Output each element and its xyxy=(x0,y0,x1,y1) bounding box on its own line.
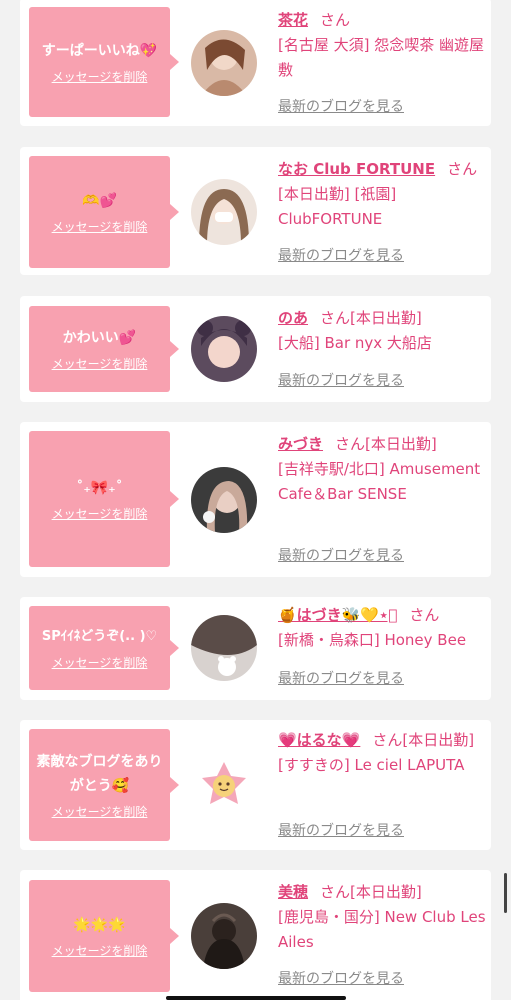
avatar[interactable] xyxy=(191,467,257,533)
delete-message-link[interactable]: メッセージを削除 xyxy=(52,506,148,522)
message-bubble: SPｲｲﾈどうぞ(.. )♡ メッセージを削除 xyxy=(29,606,179,690)
message-bubble: かわいい💕 メッセージを削除 xyxy=(29,306,179,392)
latest-blog-link[interactable]: 最新のブログを見る xyxy=(278,372,404,390)
profile-info: 💗はるな💗 さん[本日出勤] [すすきの] Le ciel LAPUTA xyxy=(278,728,486,778)
shop-info: [名古屋 大須] 怨念喫茶 幽遊屋敷 xyxy=(278,36,485,79)
shop-info: [大船] Bar nyx 大船店 xyxy=(278,334,432,352)
cast-name-link[interactable]: なお Club FORTUNE xyxy=(278,160,435,178)
cast-name-link[interactable]: 美穂 xyxy=(278,883,308,901)
message-text: 🫶💕 xyxy=(82,193,117,209)
message-text: かわいい💕 xyxy=(62,330,137,346)
honorific: さん[本日出勤] xyxy=(335,435,437,453)
message-card: すーぱーいいね💖 メッセージを削除 茶花 さん [名古屋 大須] 怨念喫茶 幽遊屋… xyxy=(20,0,491,126)
latest-blog-link[interactable]: 最新のブログを見る xyxy=(278,98,404,116)
avatar[interactable] xyxy=(191,30,257,96)
cast-name-link[interactable]: みづき xyxy=(278,435,323,453)
honorific: さん xyxy=(447,160,478,178)
latest-blog-link[interactable]: 最新のブログを見る xyxy=(278,822,404,840)
delete-message-link[interactable]: メッセージを削除 xyxy=(52,219,148,235)
profile-info: 茶花 さん [名古屋 大須] 怨念喫茶 幽遊屋敷 xyxy=(278,8,486,83)
honorific: さん[本日出勤] xyxy=(320,309,422,327)
honorific: さん xyxy=(320,11,351,29)
message-text: 🌟🌟🌟 xyxy=(73,917,126,933)
avatar[interactable] xyxy=(191,316,257,382)
latest-blog-link[interactable]: 最新のブログを見る xyxy=(278,547,404,565)
message-bubble: すーぱーいいね💖 メッセージを削除 xyxy=(29,7,179,117)
avatar[interactable] xyxy=(191,179,257,245)
profile-info: みづき さん[本日出勤] [吉祥寺駅/北口] Amusement Cafe＆Bar… xyxy=(278,432,486,507)
delete-message-link[interactable]: メッセージを削除 xyxy=(52,356,148,372)
message-card: SPｲｲﾈどうぞ(.. )♡ メッセージを削除 🍯はづき🐝💛⋆͛ さん [新橋・烏… xyxy=(20,597,491,700)
latest-blog-link[interactable]: 最新のブログを見る xyxy=(278,247,404,265)
shop-info: [すすきの] Le ciel LAPUTA xyxy=(278,756,465,774)
cast-name-link[interactable]: 💗はるな💗 xyxy=(278,731,360,749)
message-bubble: 素敵なブログをありがとう🥰 メッセージを削除 xyxy=(29,729,179,841)
message-card: 🫶💕 メッセージを削除 なお Club FORTUNE さん [本日出勤] [祇園… xyxy=(20,147,491,275)
avatar[interactable] xyxy=(191,754,257,820)
message-text: すーぱーいいね💖 xyxy=(41,43,158,59)
message-bubble: 🌟🌟🌟 メッセージを削除 xyxy=(29,880,179,992)
scrollbar[interactable] xyxy=(504,873,507,913)
delete-message-link[interactable]: メッセージを削除 xyxy=(52,943,148,959)
message-card: かわいい💕 メッセージを削除 のあ さん[本日出勤] [大船] Bar nyx 大… xyxy=(20,296,491,402)
message-card: ˚₊🎀₊˚ メッセージを削除 みづき さん[本日出勤] [吉祥寺駅/北口] Amu… xyxy=(20,422,491,577)
message-bubble: 🫶💕 メッセージを削除 xyxy=(29,156,179,268)
cast-name-link[interactable]: のあ xyxy=(278,309,308,327)
cast-name-link[interactable]: 茶花 xyxy=(278,11,308,29)
message-text: SPｲｲﾈどうぞ(.. )♡ xyxy=(41,629,158,644)
profile-info: 美穂 さん[本日出勤] [鹿児島・国分] New Club Les Ailes xyxy=(278,880,486,955)
shop-info: [鹿児島・国分] New Club Les Ailes xyxy=(278,908,486,951)
honorific: さん[本日出勤] xyxy=(372,731,475,749)
profile-info: 🍯はづき🐝💛⋆͛ さん [新橋・烏森口] Honey Bee xyxy=(278,603,486,653)
message-text: ˚₊🎀₊˚ xyxy=(76,480,123,496)
message-card: 素敵なブログをありがとう🥰 メッセージを削除 💗はるな💗 さん[本日出勤] [すす… xyxy=(20,720,491,850)
message-text: 素敵なブログをありがとう🥰 xyxy=(36,754,163,794)
latest-blog-link[interactable]: 最新のブログを見る xyxy=(278,670,404,688)
honorific: さん[本日出勤] xyxy=(320,883,422,901)
home-indicator xyxy=(166,996,346,1000)
delete-message-link[interactable]: メッセージを削除 xyxy=(52,804,148,820)
delete-message-link[interactable]: メッセージを削除 xyxy=(52,69,148,85)
profile-info: なお Club FORTUNE さん [本日出勤] [祇園] ClubFORTUN… xyxy=(278,157,486,232)
shop-info: [本日出勤] [祇園] ClubFORTUNE xyxy=(278,185,397,228)
latest-blog-link[interactable]: 最新のブログを見る xyxy=(278,970,404,988)
avatar[interactable] xyxy=(191,903,257,969)
avatar[interactable] xyxy=(191,615,257,681)
profile-info: のあ さん[本日出勤] [大船] Bar nyx 大船店 xyxy=(278,306,486,356)
cast-name-link[interactable]: 🍯はづき🐝💛⋆͛ xyxy=(278,606,397,624)
honorific: さん xyxy=(409,606,440,624)
shop-info: [吉祥寺駅/北口] Amusement Cafe＆Bar SENSE xyxy=(278,460,481,503)
shop-info: [新橋・烏森口] Honey Bee xyxy=(278,631,467,649)
delete-message-link[interactable]: メッセージを削除 xyxy=(52,655,148,671)
message-card: 🌟🌟🌟 メッセージを削除 美穂 さん[本日出勤] [鹿児島・国分] New Clu… xyxy=(20,870,491,1000)
message-bubble: ˚₊🎀₊˚ メッセージを削除 xyxy=(29,431,179,567)
